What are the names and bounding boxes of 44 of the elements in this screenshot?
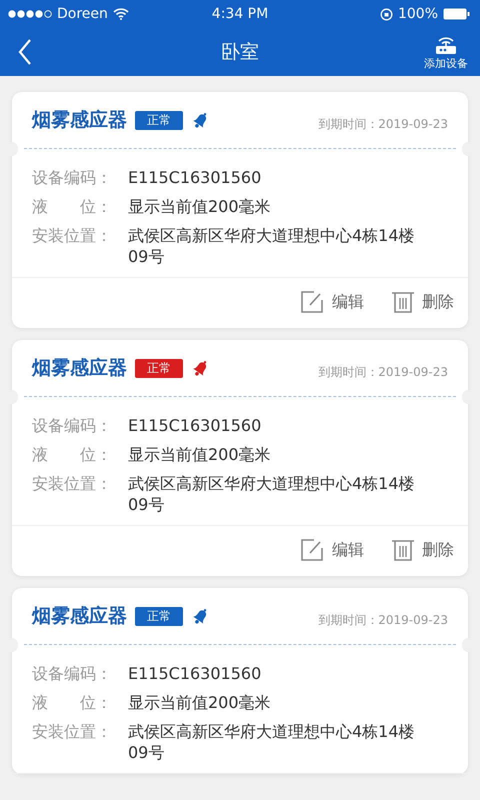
status-time: 4:34 PM — [212, 6, 268, 22]
field-value: E115C16301560 — [128, 663, 262, 684]
field-value: 武侯区高新区华府大道理想中心4栋14楼09号 — [128, 225, 416, 267]
edit-icon — [300, 290, 326, 314]
expiry-date: 到期时间：2019-09-23 — [318, 364, 448, 380]
field-value: E115C16301560 — [128, 415, 262, 436]
edit-icon — [300, 538, 326, 562]
battery-icon — [443, 8, 470, 20]
field-label: 安装位置： — [32, 473, 113, 495]
field-value: 显示当前值200毫米 — [128, 196, 271, 217]
expiry-date: 到期时间：2019-09-23 — [318, 612, 448, 628]
carrier-name: Doreen — [57, 6, 108, 22]
status-badge: 正常 — [135, 110, 183, 130]
field-label: 设备编码： — [32, 415, 113, 436]
device-name: 烟雾感应器 — [32, 356, 127, 381]
add-device-button[interactable]: 添加设备 — [424, 33, 468, 71]
wifi-icon — [112, 8, 129, 20]
status-badge: 正常 — [135, 606, 183, 626]
field-value: 武侯区高新区华府大道理想中心4栋14楼09号 — [128, 721, 416, 763]
field-label: 液 位： — [32, 196, 113, 217]
field-value: 武侯区高新区华府大道理想中心4栋14楼09号 — [128, 473, 416, 515]
expiry-date: 到期时间：2019-09-23 — [318, 116, 448, 132]
edit-button[interactable]: 编辑 — [300, 290, 364, 314]
trash-icon — [390, 290, 416, 314]
field-value: 显示当前值200毫米 — [128, 444, 271, 465]
field-value: E115C16301560 — [128, 167, 262, 188]
field-value: 显示当前值200毫米 — [128, 692, 271, 713]
page-title: 卧室 — [221, 40, 259, 65]
battery-percent: 100% — [398, 6, 438, 22]
field-label: 液 位： — [32, 444, 113, 465]
device-name: 烟雾感应器 — [32, 604, 127, 629]
signal-icon — [8, 10, 52, 18]
edit-button[interactable]: 编辑 — [300, 538, 364, 562]
delete-button[interactable]: 删除 — [390, 538, 454, 562]
field-label: 安装位置： — [32, 721, 113, 743]
rotation-lock-icon — [380, 8, 393, 20]
device-name: 烟雾感应器 — [32, 108, 127, 133]
delete-button[interactable]: 删除 — [390, 290, 454, 314]
status-badge: 正常 — [135, 358, 183, 378]
field-label: 设备编码： — [32, 663, 113, 684]
field-label: 设备编码： — [32, 167, 113, 188]
field-label: 液 位： — [32, 692, 113, 713]
trash-icon — [390, 538, 416, 562]
field-label: 安装位置： — [32, 225, 113, 247]
